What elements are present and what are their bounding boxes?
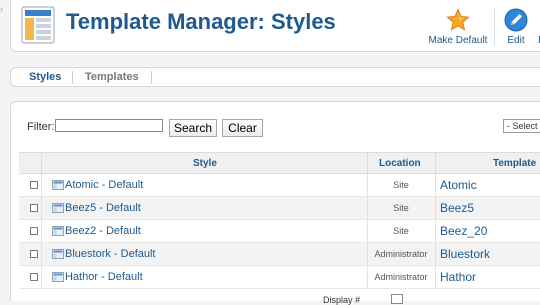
display-count-select[interactable] (391, 294, 403, 304)
tab-separator (151, 71, 152, 84)
search-button[interactable]: Search (169, 119, 217, 137)
column-header-style[interactable]: Style (193, 158, 217, 169)
column-header-template[interactable]: Template (493, 158, 536, 169)
column-divider (367, 153, 368, 173)
row-checkbox[interactable] (30, 181, 38, 189)
tab-separator (72, 71, 73, 84)
style-name-link[interactable]: Beez5 - Default (65, 202, 141, 214)
row-checkbox[interactable] (30, 204, 38, 212)
display-count-label: Display # (323, 295, 361, 305)
template-link[interactable]: Beez_20 (440, 224, 487, 238)
row-checkbox[interactable] (30, 227, 38, 235)
column-divider (435, 174, 436, 196)
table-body: Atomic - Default Site Atomic Beez5 - Def… (19, 174, 540, 289)
toolbar-divider (494, 8, 495, 46)
make-default-label: Make Default (428, 35, 488, 46)
column-divider (41, 174, 42, 196)
tab-styles[interactable]: Styles (29, 71, 61, 83)
pencil-icon (504, 8, 528, 32)
style-thumbnail-icon (52, 249, 64, 259)
filter-select-dropdown[interactable]: - Select (503, 119, 540, 133)
column-divider (41, 243, 42, 265)
table-row: Atomic - Default Site Atomic (19, 174, 540, 197)
table-row: Beez5 - Default Site Beez5 (19, 197, 540, 220)
column-divider (435, 153, 436, 173)
template-link[interactable]: Beez5 (440, 201, 474, 215)
column-divider (435, 220, 436, 242)
page-title: Template Manager: Styles (66, 9, 336, 34)
column-divider (435, 197, 436, 219)
location-cell: Site (393, 180, 409, 190)
clear-button[interactable]: Clear (222, 119, 263, 137)
filter-search-input[interactable] (55, 119, 163, 132)
location-cell: Administrator (374, 249, 428, 259)
row-checkbox[interactable] (30, 273, 38, 281)
style-name-link[interactable]: Atomic - Default (65, 179, 143, 191)
column-divider (41, 153, 42, 173)
submenu-tabs: Styles Templates (10, 67, 540, 87)
table-header: Style Location Template (19, 152, 540, 174)
location-cell: Site (393, 203, 409, 213)
location-cell: Site (393, 226, 409, 236)
star-icon (446, 8, 470, 31)
template-manager-icon (21, 6, 55, 44)
column-divider (41, 220, 42, 242)
row-checkbox[interactable] (30, 250, 38, 258)
table-row: Hathor - Default Administrator Hathor (19, 266, 540, 289)
template-link[interactable]: Bluestork (440, 247, 490, 261)
template-link[interactable]: Atomic (440, 178, 477, 192)
filter-label: Filter: (27, 121, 55, 133)
make-default-button[interactable]: Make Default (427, 8, 489, 46)
style-name-link[interactable]: Bluestork - Default (65, 248, 155, 260)
table-row: Beez2 - Default Site Beez_20 (19, 220, 540, 243)
template-link[interactable]: Hathor (440, 270, 476, 284)
style-name-link[interactable]: Hathor - Default (65, 271, 143, 283)
column-divider (435, 266, 436, 288)
column-divider (41, 266, 42, 288)
location-cell: Administrator (374, 272, 428, 282)
window-edge-marker: › (0, 4, 3, 14)
edit-button[interactable]: Edit (503, 8, 529, 46)
style-thumbnail-icon (52, 272, 64, 282)
column-divider (435, 243, 436, 265)
styles-list-panel: Filter: Search Clear - Select Style Loca… (10, 101, 540, 305)
style-thumbnail-icon (52, 226, 64, 236)
style-name-link[interactable]: Beez2 - Default (65, 225, 141, 237)
style-thumbnail-icon (52, 180, 64, 190)
table-row: Bluestork - Default Administrator Bluest… (19, 243, 540, 266)
column-header-location[interactable]: Location (379, 158, 421, 169)
tab-templates[interactable]: Templates (85, 71, 139, 83)
header-toolbar: Template Manager: Styles Make Default Ed… (10, 0, 540, 52)
column-divider (41, 197, 42, 219)
edit-label: Edit (507, 35, 525, 46)
style-thumbnail-icon (52, 203, 64, 213)
